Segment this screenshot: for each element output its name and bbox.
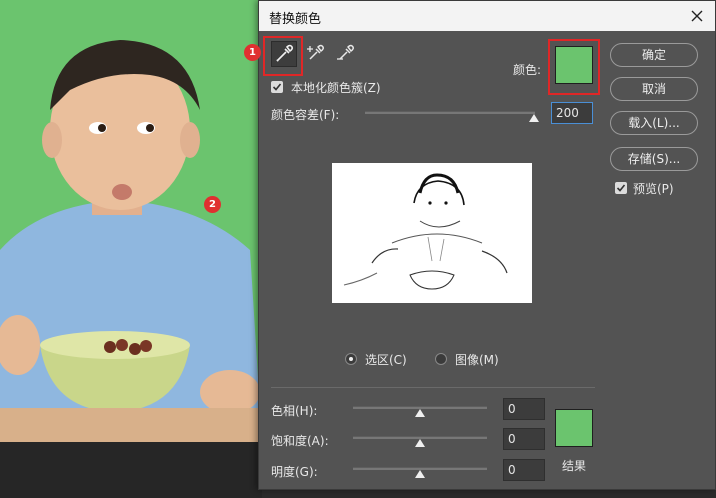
annotation-badge-1: 1 [244, 44, 261, 61]
save-button[interactable]: 存储(S)... [610, 147, 698, 171]
localized-clusters-checkbox[interactable] [271, 81, 283, 93]
eyedropper-minus-icon[interactable] [333, 41, 359, 67]
section-divider [271, 387, 595, 388]
selection-preview [332, 163, 532, 303]
lightness-label: 明度(G): [271, 465, 318, 479]
background-photo: 2 [0, 0, 262, 442]
canvas-background [0, 442, 262, 498]
image-radio-label: 图像(M) [455, 353, 499, 367]
dialog-title: 替换颜色 [269, 12, 322, 27]
preview-checkbox[interactable] [615, 182, 627, 194]
load-button[interactable]: 载入(L)... [610, 111, 698, 135]
localized-clusters-label: 本地化颜色簇(Z) [291, 81, 381, 95]
tolerance-input[interactable]: 200 [551, 102, 593, 124]
ok-button[interactable]: 确定 [610, 43, 698, 67]
saturation-input[interactable]: 0 [503, 428, 545, 450]
lightness-input[interactable]: 0 [503, 459, 545, 481]
hue-slider-thumb[interactable] [415, 409, 425, 417]
tolerance-slider-track[interactable] [365, 111, 535, 114]
title-bar: 替换颜色 [259, 1, 715, 31]
replace-color-dialog: 替换颜色 本地化颜色簇(Z) 颜色: 颜色容差(F): 200 选区(C) 图像… [244, 0, 716, 490]
eyedropper-highlight [263, 36, 303, 76]
cancel-button[interactable]: 取消 [610, 77, 698, 101]
eyedropper-plus-icon[interactable] [303, 41, 329, 67]
color-swatch-highlight [548, 39, 600, 95]
tolerance-label: 颜色容差(F): [271, 108, 340, 122]
selection-radio[interactable] [345, 353, 357, 365]
tolerance-slider-thumb[interactable] [529, 114, 539, 122]
saturation-slider-thumb[interactable] [415, 439, 425, 447]
preview-label: 预览(P) [633, 182, 674, 196]
result-label: 结果 [562, 459, 587, 473]
image-radio[interactable] [435, 353, 447, 365]
hue-input[interactable]: 0 [503, 398, 545, 420]
saturation-label: 饱和度(A): [271, 434, 329, 448]
hue-label: 色相(H): [271, 404, 318, 418]
boy-photo-illustration [0, 0, 262, 442]
close-icon[interactable] [687, 6, 707, 26]
selection-radio-label: 选区(C) [365, 353, 407, 367]
lightness-slider-thumb[interactable] [415, 470, 425, 478]
color-label: 颜色: [513, 63, 542, 77]
annotation-badge-2: 2 [204, 196, 221, 213]
result-color-swatch[interactable] [555, 409, 593, 447]
preview-sketch [343, 173, 508, 290]
